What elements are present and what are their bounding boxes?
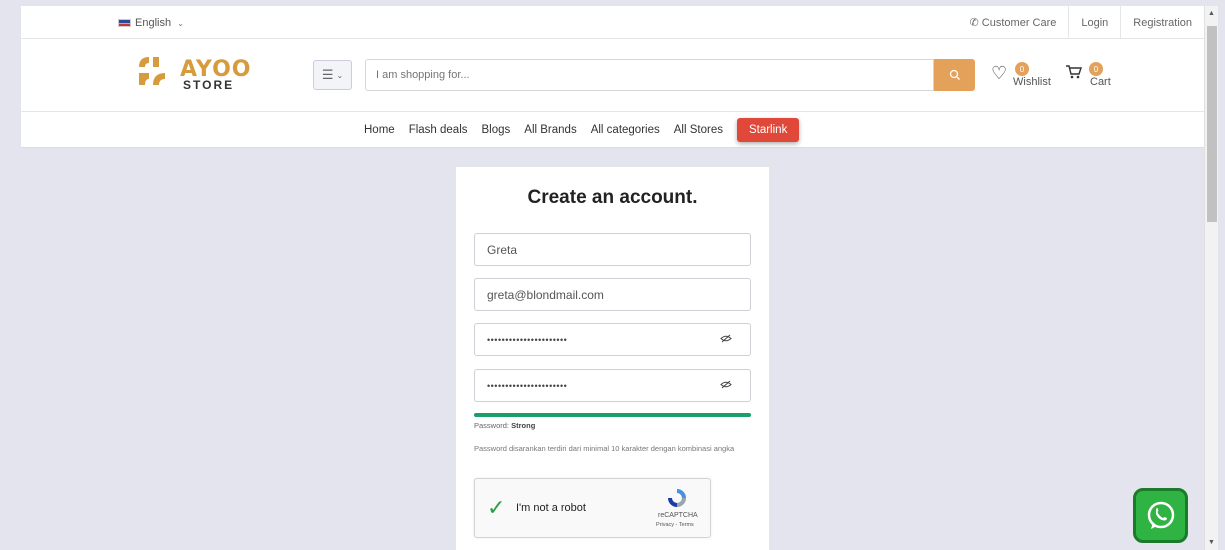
password-hint: Password disarankan terdiri dari minimal… [474,444,735,453]
confirm-password-field[interactable]: •••••••••••••••••••••• [474,369,751,402]
nav-items: Home Flash deals Blogs All Brands All ca… [364,112,800,148]
eye-slash-icon[interactable] [720,380,732,392]
nav-item-all-stores[interactable]: All Stores [674,124,723,136]
header: AYOO STORE ☰ ⌄ ♡ 0 Wishlist 0 Cart [21,39,1204,112]
login-link[interactable]: Login [1068,6,1120,39]
logo-subtext: STORE [183,78,235,92]
recaptcha-brand: reCAPTCHA [658,512,698,519]
captcha-label: I'm not a robot [516,502,586,514]
top-bar: English ⌄ ✆ Customer Care Login Registra… [21,6,1204,39]
scroll-thumb[interactable] [1207,26,1217,222]
main-nav: Home Flash deals Blogs All Brands All ca… [21,112,1204,148]
wishlist-label: Wishlist [1013,76,1051,88]
store-logo[interactable]: AYOO STORE [135,53,255,93]
top-links: ✆ Customer Care Login Registration [958,6,1204,39]
page-title: Create an account. [527,187,698,208]
language-selector[interactable]: English ⌄ [118,17,184,29]
wishlist-button[interactable]: ♡ 0 Wishlist [991,62,1051,88]
wishlist-count-badge: 0 [1015,62,1029,76]
confirm-password-value: •••••••••••••••••••••• [487,380,568,391]
recaptcha-logo-icon [668,489,686,507]
registration-card: Create an account. Greta greta@blondmail… [456,167,769,550]
eye-slash-icon[interactable] [720,334,732,346]
nav-item-all-categories[interactable]: All categories [591,124,660,136]
strength-value: Strong [511,421,536,430]
password-strength-label: Password: Strong [474,421,535,430]
heart-icon: ♡ [991,63,1008,83]
whatsapp-icon [1147,501,1174,529]
customer-care-link[interactable]: ✆ Customer Care [958,6,1069,39]
nav-item-home[interactable]: Home [364,124,395,136]
nav-item-starlink[interactable]: Starlink [736,118,800,142]
nav-item-blogs[interactable]: Blogs [482,124,511,136]
page-scrollbar[interactable]: ▲ ▼ [1204,6,1218,550]
hamburger-icon: ☰ [321,67,334,82]
email-field[interactable]: greta@blondmail.com [474,278,751,311]
nav-item-all-brands[interactable]: All Brands [524,124,576,136]
password-strength-bar [474,413,751,417]
chevron-down-icon: ⌄ [336,70,344,80]
phone-icon: ✆ [969,17,979,29]
customer-care-label: Customer Care [981,16,1057,29]
recaptcha-links[interactable]: Privacy - Terms [656,522,694,528]
password-field[interactable]: •••••••••••••••••••••• [474,323,751,356]
us-flag-icon [118,19,131,27]
category-menu-button[interactable]: ☰ ⌄ [313,60,352,90]
recaptcha-widget[interactable]: ✓ I'm not a robot reCAPTCHA Privacy - Te… [474,478,711,538]
cart-button[interactable]: 0 Cart [1065,62,1111,88]
password-value: •••••••••••••••••••••• [487,334,568,345]
name-value: Greta [487,242,518,257]
search-button[interactable] [934,59,975,91]
chevron-down-icon: ⌄ [177,18,184,28]
cart-count-badge: 0 [1089,62,1103,76]
language-label: English [135,17,172,29]
name-field[interactable]: Greta [474,233,751,266]
cart-icon [1066,65,1082,79]
search-input[interactable] [365,59,934,91]
email-value: greta@blondmail.com [487,287,604,302]
logo-mark-icon [139,57,165,85]
registration-link[interactable]: Registration [1120,6,1204,39]
scroll-down-arrow-icon[interactable]: ▼ [1208,539,1215,546]
checkmark-icon[interactable]: ✓ [487,497,505,519]
strength-prefix: Password: [474,421,512,430]
whatsapp-button[interactable] [1133,488,1188,543]
search-icon [949,69,960,80]
cart-label: Cart [1090,76,1111,88]
nav-item-flash-deals[interactable]: Flash deals [409,124,468,136]
scroll-up-arrow-icon[interactable]: ▲ [1208,10,1215,17]
